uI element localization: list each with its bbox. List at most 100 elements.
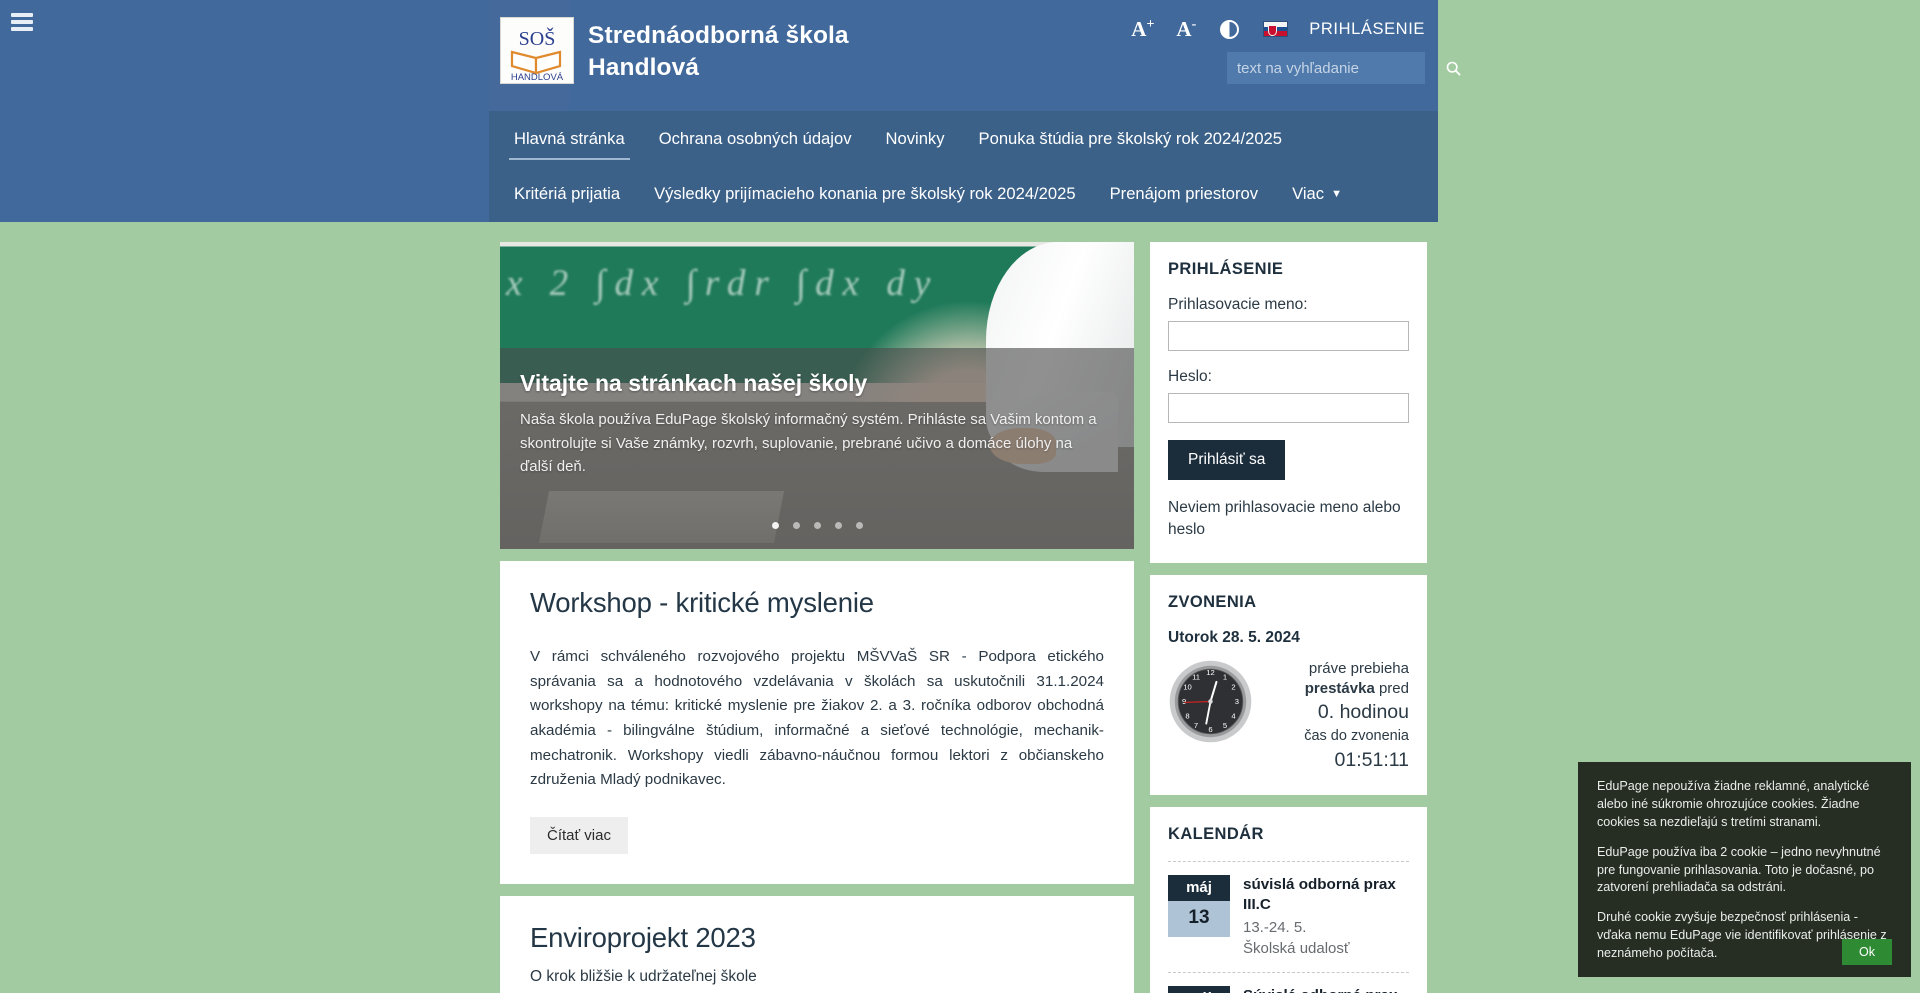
calendar-panel-heading: KALENDÁR bbox=[1168, 825, 1264, 844]
clock-icon: 12 12 3 45 6 78 9 1011 bbox=[1169, 660, 1252, 743]
bells-line3: 0. hodinou bbox=[1317, 701, 1409, 724]
main-column: x 2 ∫dx ∫rdr ∫dx dy Vitajte na stránkach… bbox=[500, 242, 1134, 993]
bells-line2-bold: prestávka bbox=[1304, 680, 1375, 698]
calendar-event-date: máj bbox=[1168, 985, 1230, 993]
username-label: Prihlasovacie meno: bbox=[1168, 296, 1308, 313]
calendar-panel: KALENDÁR máj 13 súvislá odborná prax III… bbox=[1150, 807, 1427, 993]
school-name-line1: Strednáodborná škola bbox=[588, 22, 849, 49]
calendar-event-date: máj 13 bbox=[1168, 875, 1230, 959]
calendar-list: máj 13 súvislá odborná prax III.C 13.-24… bbox=[1168, 861, 1409, 993]
header-tools: A+ A- PRIHLÁSENIE bbox=[1120, 18, 1425, 40]
nav-item-prenajom-priestorov[interactable]: Prenájom priestorov bbox=[1093, 166, 1276, 221]
bells-panel-heading: ZVONENIA bbox=[1168, 593, 1257, 611]
svg-text:2: 2 bbox=[1231, 683, 1235, 692]
site-header: SOŠ HANDLOVÁ Strednáodborná škola Handlo… bbox=[489, 0, 1461, 111]
hero-carousel: x 2 ∫dx ∫rdr ∫dx dy Vitajte na stránkach… bbox=[500, 242, 1134, 549]
carousel-dot-1[interactable] bbox=[771, 522, 779, 529]
contrast-toggle-icon[interactable] bbox=[1220, 19, 1240, 39]
svg-text:6: 6 bbox=[1208, 725, 1212, 734]
calendar-event-month: máj bbox=[1168, 985, 1230, 993]
search-input[interactable] bbox=[1227, 52, 1446, 84]
svg-text:11: 11 bbox=[1192, 672, 1200, 681]
login-submit-button[interactable]: Prihlásiť sa bbox=[1168, 440, 1286, 480]
article-card-workshop: Workshop - kritické myslenie V rámci sch… bbox=[500, 561, 1134, 884]
bells-info: práve prebieha prestávka pred 0. hodinou… bbox=[1263, 659, 1409, 773]
password-field[interactable] bbox=[1168, 393, 1409, 423]
header-login-link[interactable]: PRIHLÁSENIE bbox=[1299, 20, 1425, 39]
nav-item-vysledky-prijimacieho-konania[interactable]: Výsledky prijímacieho konania pre školsk… bbox=[637, 166, 1093, 221]
nav-item-hlavna-stranka[interactable]: Hlavná stránka bbox=[497, 111, 642, 166]
bells-line1: práve prebieha bbox=[1308, 660, 1409, 677]
nav-row-2: Kritériá prijatia Výsledky prijímacieho … bbox=[489, 166, 1438, 221]
font-increase-button[interactable]: A+ bbox=[1120, 18, 1165, 40]
nav-row-1: Hlavná stránka Ochrana osobných údajov N… bbox=[489, 111, 1438, 166]
carousel-dots bbox=[500, 522, 1134, 529]
school-logo[interactable]: SOŠ HANDLOVÁ bbox=[500, 17, 574, 84]
nav-item-ochrana-osobnych-udajov[interactable]: Ochrana osobných údajov bbox=[642, 111, 869, 166]
calendar-event-range: 13.-24. 5. bbox=[1243, 918, 1307, 936]
left-rail bbox=[0, 0, 489, 222]
carousel-dot-5[interactable] bbox=[855, 522, 863, 529]
sidebar-column: PRIHLÁSENIE Prihlasovacie meno: Heslo: P… bbox=[1150, 242, 1427, 993]
search-icon bbox=[1446, 61, 1461, 76]
language-flag-icon[interactable] bbox=[1263, 21, 1289, 37]
password-label: Heslo: bbox=[1168, 368, 1212, 385]
hero-text: Naša škola používa EduPage školský infor… bbox=[520, 411, 1097, 476]
article-subtitle: O krok bližšie k udržateľnej škole bbox=[530, 967, 757, 985]
calendar-event-item[interactable]: máj 13 súvislá odborná prax III.C 13.-24… bbox=[1168, 862, 1409, 973]
carousel-dot-3[interactable] bbox=[813, 522, 821, 529]
bells-line4: čas do zvonenia bbox=[1304, 728, 1409, 745]
article-title: Workshop - kritické myslenie bbox=[530, 587, 874, 618]
calendar-event-month: máj bbox=[1168, 875, 1230, 902]
logo-icon: SOŠ HANDLOVÁ bbox=[511, 26, 564, 82]
bells-body: 12 1 2 3 45 6 78 9 10 11 práve prebieha prestá… bbox=[1168, 659, 1409, 773]
nav-item-kriteria-prijatia[interactable]: Kritériá prijatia bbox=[497, 166, 637, 221]
article-body: V rámci schváleného rozvojového projektu… bbox=[530, 648, 1104, 789]
nav-item-viac[interactable]: Viac ▼ bbox=[1275, 166, 1359, 221]
nav-item-novinky[interactable]: Novinky bbox=[869, 111, 962, 166]
calendar-event-item[interactable]: máj Súvislá odborná prax bbox=[1168, 973, 1409, 993]
bells-line2: prestávka pred bbox=[1263, 679, 1409, 699]
read-more-button[interactable]: Čítať viac bbox=[530, 816, 628, 854]
svg-text:9: 9 bbox=[1182, 697, 1186, 706]
chevron-down-icon: ▼ bbox=[1331, 187, 1342, 200]
cookie-paragraph-1: EduPage nepoužíva žiadne reklamné, analy… bbox=[1597, 779, 1870, 829]
svg-text:10: 10 bbox=[1183, 683, 1192, 692]
search-button[interactable] bbox=[1446, 52, 1461, 84]
login-panel-heading: PRIHLÁSENIE bbox=[1168, 260, 1284, 278]
carousel-dot-4[interactable] bbox=[834, 522, 842, 529]
font-decrease-button[interactable]: A- bbox=[1165, 18, 1207, 40]
hamburger-menu-icon[interactable] bbox=[11, 13, 33, 31]
bells-countdown: 01:51:11 bbox=[1334, 749, 1409, 772]
calendar-event-day: 13 bbox=[1168, 901, 1230, 938]
cookie-ok-button[interactable]: Ok bbox=[1842, 939, 1892, 965]
bells-line2-rest: pred bbox=[1374, 680, 1409, 698]
svg-text:8: 8 bbox=[1185, 712, 1189, 721]
svg-text:7: 7 bbox=[1194, 721, 1198, 730]
login-panel: PRIHLÁSENIE Prihlasovacie meno: Heslo: P… bbox=[1150, 242, 1427, 563]
article-card-enviroprojekt: Enviroprojekt 2023 O krok bližšie k udrž… bbox=[500, 895, 1134, 993]
calendar-event-text: súvislá odborná prax III.C 13.-24. 5. Šk… bbox=[1243, 875, 1409, 959]
calendar-event-title: súvislá odborná prax III.C bbox=[1243, 876, 1396, 914]
page-root: SOŠ HANDLOVÁ Strednáodborná škola Handlo… bbox=[0, 0, 1920, 993]
calendar-event-title: Súvislá odborná prax bbox=[1243, 986, 1409, 993]
article-title: Enviroprojekt 2023 bbox=[530, 921, 756, 953]
cookie-notice: EduPage nepoužíva žiadne reklamné, analy… bbox=[1578, 762, 1911, 977]
svg-text:4: 4 bbox=[1231, 712, 1236, 721]
hero-title: Vitajte na stránkach našej školy bbox=[520, 370, 868, 396]
main-navigation: Hlavná stránka Ochrana osobných údajov N… bbox=[489, 111, 1438, 222]
school-name-line2: Handlová bbox=[588, 54, 700, 82]
calendar-event-text: Súvislá odborná prax bbox=[1243, 986, 1409, 993]
svg-text:12: 12 bbox=[1206, 668, 1215, 677]
calendar-event-type: Školská udalosť bbox=[1243, 939, 1350, 957]
nav-item-ponuka-studia[interactable]: Ponuka štúdia pre školský rok 2024/2025 bbox=[962, 111, 1299, 166]
bells-panel: ZVONENIA Utorok 28. 5. 2024 12 1 2 3 45 6 78… bbox=[1150, 575, 1427, 796]
svg-text:SOŠ: SOŠ bbox=[519, 26, 556, 50]
svg-text:HANDLOVÁ: HANDLOVÁ bbox=[511, 72, 564, 82]
bells-date: Utorok 28. 5. 2024 bbox=[1168, 629, 1300, 646]
forgot-credentials-link[interactable]: Neviem prihlasovacie meno alebo heslo bbox=[1168, 497, 1409, 541]
school-name: Strednáodborná škola Handlová bbox=[588, 20, 1008, 85]
username-field[interactable] bbox=[1168, 321, 1409, 351]
carousel-dot-2[interactable] bbox=[792, 522, 800, 529]
nav-item-viac-label: Viac bbox=[1292, 183, 1325, 203]
